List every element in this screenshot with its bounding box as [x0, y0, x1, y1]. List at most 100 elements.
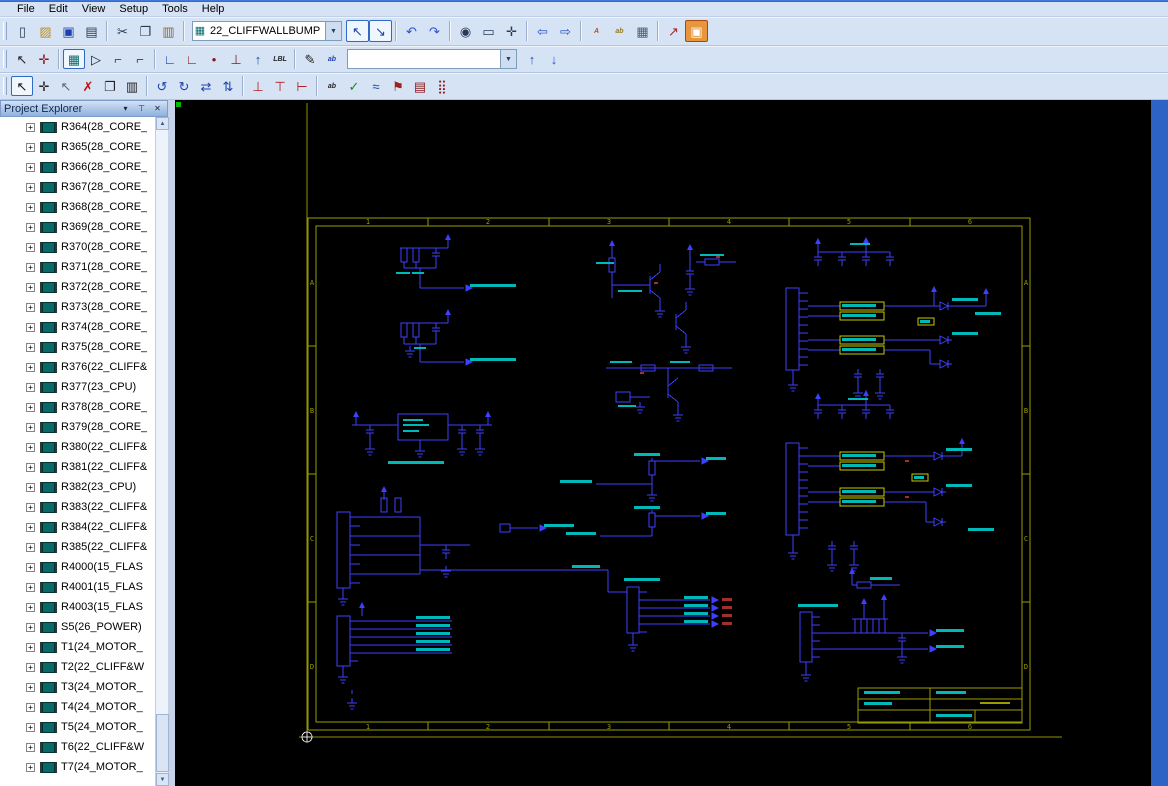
toolbar-grip[interactable]: [3, 22, 7, 40]
reports-button[interactable]: ▣: [685, 20, 708, 42]
reconnect-button[interactable]: ⊢: [291, 76, 313, 96]
next-sheet-button[interactable]: ⇨: [554, 20, 577, 42]
pin-icon[interactable]: ⊤: [135, 102, 148, 115]
paste-button[interactable]: ▥: [157, 20, 180, 42]
tree-item[interactable]: + R369(28_CORE_: [0, 217, 155, 237]
annotate-button[interactable]: A: [585, 20, 608, 42]
tree-item[interactable]: + T7(24_MOTOR_: [0, 757, 155, 777]
expand-icon[interactable]: +: [26, 162, 35, 172]
expand-icon[interactable]: +: [26, 742, 35, 752]
dropdown-arrow-icon[interactable]: ▼: [325, 22, 341, 40]
attribute-display-button[interactable]: ab: [608, 20, 631, 42]
expand-icon[interactable]: +: [26, 242, 35, 252]
tree-item[interactable]: + T4(24_MOTOR_: [0, 697, 155, 717]
tree-item[interactable]: + R375(28_CORE_: [0, 337, 155, 357]
select-area-button[interactable]: ↘: [369, 20, 392, 42]
tree-item[interactable]: + R364(28_CORE_: [0, 117, 155, 137]
expand-icon[interactable]: +: [26, 542, 35, 552]
tree-item[interactable]: + S5(26_POWER): [0, 617, 155, 637]
tree-item[interactable]: + R374(28_CORE_: [0, 317, 155, 337]
toolbar-combobox[interactable]: ▼: [347, 49, 517, 69]
panel-menu-icon[interactable]: ▾: [119, 102, 132, 115]
expand-icon[interactable]: +: [26, 662, 35, 672]
expand-icon[interactable]: +: [26, 442, 35, 452]
tree-item[interactable]: + T1(24_MOTOR_: [0, 637, 155, 657]
navigate-down-button[interactable]: ↓: [543, 49, 565, 69]
pan-button[interactable]: ✛: [500, 20, 523, 42]
add-symbol-button[interactable]: ▷: [85, 49, 107, 69]
tree-item[interactable]: + R378(28_CORE_: [0, 397, 155, 417]
expand-icon[interactable]: +: [26, 182, 35, 192]
tree-scrollbar[interactable]: ▲ ▼: [155, 117, 169, 786]
tree-item[interactable]: + R4000(15_FLAS: [0, 557, 155, 577]
copy-button[interactable]: ❐: [134, 20, 157, 42]
expand-icon[interactable]: +: [26, 682, 35, 692]
toolbar-grip[interactable]: [3, 77, 7, 95]
expand-icon[interactable]: +: [26, 522, 35, 532]
zoom-button[interactable]: ◉: [454, 20, 477, 42]
expand-icon[interactable]: +: [26, 402, 35, 412]
toolbar-grip[interactable]: [3, 50, 7, 68]
tree-item[interactable]: + R370(28_CORE_: [0, 237, 155, 257]
draw-button[interactable]: ✎: [299, 49, 321, 69]
error-log-button[interactable]: ▤: [409, 76, 431, 96]
print-button[interactable]: ▤: [80, 20, 103, 42]
wire-corner-button[interactable]: ∟: [159, 49, 181, 69]
tree-item[interactable]: + R4001(15_FLAS: [0, 577, 155, 597]
tree-item[interactable]: + R385(22_CLIFF&: [0, 537, 155, 557]
tree-item[interactable]: + R368(28_CORE_: [0, 197, 155, 217]
save-button[interactable]: ▣: [57, 20, 80, 42]
menu-item-edit[interactable]: Edit: [42, 2, 75, 16]
expand-icon[interactable]: +: [26, 142, 35, 152]
tree-item[interactable]: + R380(22_CLIFF&: [0, 437, 155, 457]
schematic-canvas[interactable]: 1 2 3 4 5 6 1 2 3 4 5 6 A B C D A B C D: [175, 100, 1151, 786]
expand-icon[interactable]: +: [26, 642, 35, 652]
dropdown-arrow-icon[interactable]: ▼: [500, 50, 516, 68]
project-explorer-header[interactable]: Project Explorer ▾ ⊤ ✕: [0, 100, 168, 117]
cut-button[interactable]: ✂: [111, 20, 134, 42]
expand-icon[interactable]: +: [26, 762, 35, 772]
select-mode-button[interactable]: ↖: [11, 76, 33, 96]
menu-item-tools[interactable]: Tools: [155, 2, 195, 16]
expand-icon[interactable]: +: [26, 562, 35, 572]
connect-button[interactable]: ⊥: [247, 76, 269, 96]
mirror-horizontal-button[interactable]: ⇄: [195, 76, 217, 96]
previous-sheet-button[interactable]: ⇦: [531, 20, 554, 42]
tree-item[interactable]: + R373(28_CORE_: [0, 297, 155, 317]
tree-item[interactable]: + R365(28_CORE_: [0, 137, 155, 157]
add-wire-button[interactable]: ⌐: [107, 49, 129, 69]
signals-button[interactable]: ≈: [365, 76, 387, 96]
expand-icon[interactable]: +: [26, 582, 35, 592]
drag-button[interactable]: ↖: [55, 76, 77, 96]
expand-icon[interactable]: +: [26, 462, 35, 472]
expand-icon[interactable]: +: [26, 282, 35, 292]
pick-button[interactable]: ✛: [33, 49, 55, 69]
tree-item[interactable]: + T3(24_MOTOR_: [0, 677, 155, 697]
expand-icon[interactable]: +: [26, 262, 35, 272]
tree-item[interactable]: + R4003(15_FLAS: [0, 597, 155, 617]
disconnect-button[interactable]: ⊤: [269, 76, 291, 96]
new-button[interactable]: ▯: [11, 20, 34, 42]
project-tree[interactable]: + R364(28_CORE_ + R365(28_CORE_ + R366(28_COR…: [0, 117, 155, 786]
add-bus-button[interactable]: ⌐: [129, 49, 151, 69]
tree-item[interactable]: + R376(22_CLIFF&: [0, 357, 155, 377]
redo-button[interactable]: ↷: [423, 20, 446, 42]
export-button[interactable]: ↗: [662, 20, 685, 42]
add-power-button[interactable]: ↑: [247, 49, 269, 69]
expand-icon[interactable]: +: [26, 602, 35, 612]
add-terminal-button[interactable]: ⊥: [225, 49, 247, 69]
move-button[interactable]: ✛: [33, 76, 55, 96]
menu-item-view[interactable]: View: [75, 2, 113, 16]
expand-icon[interactable]: +: [26, 222, 35, 232]
text-button[interactable]: ab: [321, 49, 343, 69]
undo-button[interactable]: ↶: [400, 20, 423, 42]
delete-button[interactable]: ✗: [77, 76, 99, 96]
expand-icon[interactable]: +: [26, 382, 35, 392]
scroll-down-button[interactable]: ▼: [156, 773, 169, 786]
tree-item[interactable]: + R384(22_CLIFF&: [0, 517, 155, 537]
pointer-button[interactable]: ↖: [11, 49, 33, 69]
close-icon[interactable]: ✕: [151, 102, 164, 115]
scrollbar-thumb[interactable]: [156, 714, 169, 772]
add-label-button[interactable]: LBL: [269, 49, 291, 69]
scroll-up-button[interactable]: ▲: [156, 117, 169, 130]
